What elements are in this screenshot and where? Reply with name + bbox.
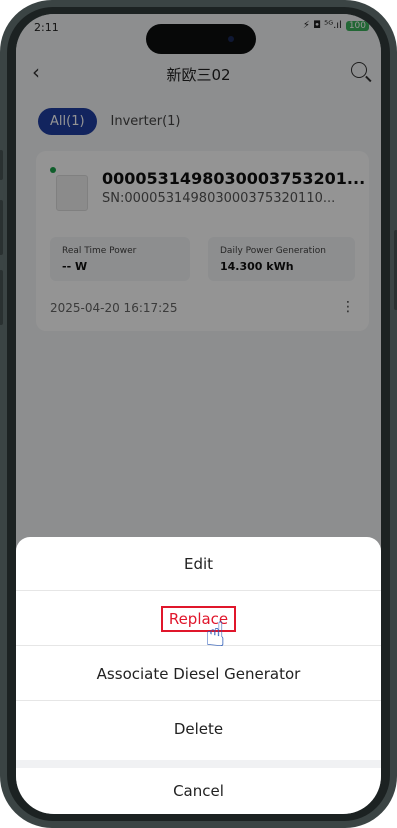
side-button [0,200,3,255]
edit-option[interactable]: Edit [16,537,381,591]
sheet-divider [16,760,381,768]
phone-frame: 2:11 ⚡ ◘ ⁵ᴳ.ıl 100 ‹ 新欧三02 All(1) Invert… [0,0,397,828]
cancel-option[interactable]: Cancel [16,768,381,814]
screen: 2:11 ⚡ ◘ ⁵ᴳ.ıl 100 ‹ 新欧三02 All(1) Invert… [16,14,381,814]
cancel-label: Cancel [173,782,224,800]
hand-pointer-icon: ☝ [205,615,226,655]
edit-label: Edit [183,554,214,573]
associate-diesel-generator-option[interactable]: Associate Diesel Generator [16,647,381,701]
delete-option[interactable]: Delete [16,702,381,756]
associate-label: Associate Diesel Generator [96,664,301,683]
replace-option[interactable]: Replace [16,592,381,646]
side-button [0,270,3,325]
side-button [0,150,3,180]
delete-label: Delete [173,720,224,738]
action-sheet: Edit Replace Associate Diesel Generator … [16,537,381,814]
